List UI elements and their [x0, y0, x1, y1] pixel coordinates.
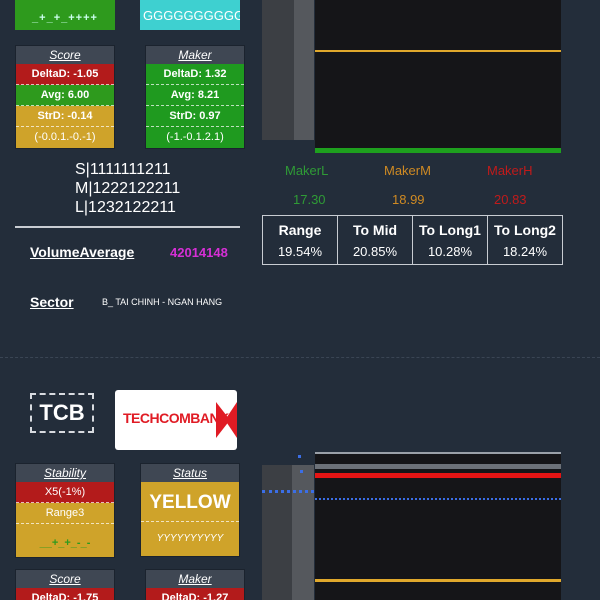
bank-logo: TECHCOMBANK	[115, 390, 237, 450]
status-sub: YYYYYYYYYY	[141, 522, 239, 556]
maker-title: Maker	[146, 46, 244, 64]
stat-to-long1-header: To Long1	[419, 222, 481, 238]
yellow-level-line	[315, 579, 561, 582]
score-avg: Avg: 6.00	[16, 85, 114, 106]
maker-card-bottom: Maker DeltaD: -1.27	[145, 569, 245, 600]
stat-range: Range 19.54%	[262, 215, 338, 265]
stat-to-mid: To Mid 20.85%	[337, 215, 413, 265]
slm-mid: M|1222122211	[75, 180, 181, 197]
maker-title-bottom: Maker	[146, 570, 244, 588]
gray-band	[315, 464, 561, 469]
dotted-line-left	[262, 490, 314, 493]
red-level-line	[315, 473, 561, 478]
score-delta-bottom: DeltaD: -1.75	[16, 588, 114, 600]
marker-dot	[300, 470, 303, 473]
stat-to-long2-value: 18.24%	[502, 244, 548, 259]
dotted-blue-line	[315, 498, 561, 500]
stability-range: Range3	[16, 503, 114, 524]
stat-to-mid-value: 20.85%	[352, 244, 398, 259]
maker-card: Maker DeltaD: 1.32 Avg: 8.21 StrD: 0.97 …	[145, 45, 245, 149]
divider	[15, 226, 240, 228]
volume-average-value: 42014148	[170, 245, 228, 260]
stability-x5: X5(-1%)	[16, 482, 114, 503]
green-base-line	[315, 148, 561, 153]
volume-average-label[interactable]: VolumeAverage	[30, 244, 134, 260]
status-title: Status	[141, 464, 239, 482]
stat-to-long1: To Long1 10.28%	[412, 215, 488, 265]
volume-profile-top	[262, 0, 314, 140]
stat-to-long2: To Long2 18.24%	[487, 215, 563, 265]
color-text: GGGGGGGGGG	[143, 8, 240, 23]
stat-range-header: Range	[278, 222, 322, 238]
signal-card-partial: _+_+_++++	[15, 0, 115, 30]
price-level-line	[315, 50, 561, 52]
section-separator	[0, 357, 600, 358]
status-card: Status YELLOW YYYYYYYYYY	[140, 463, 240, 557]
score-card-bottom: Score DeltaD: -1.75	[15, 569, 115, 600]
ticker-symbol: TCB	[39, 400, 85, 425]
bank-logo-text: TECHCOMBANK	[123, 410, 229, 426]
maker-delta-bottom: DeltaD: -1.27	[146, 588, 244, 600]
score-card: Score DeltaD: -1.05 Avg: 6.00 StrD: -0.1…	[15, 45, 115, 149]
score-delta: DeltaD: -1.05	[16, 64, 114, 85]
stability-signal: __+_+_-_-	[16, 524, 114, 557]
ticker-box[interactable]: TCB	[30, 393, 94, 433]
maker-mid-value: 18.99	[392, 192, 425, 207]
stat-to-long1-value: 10.28%	[427, 244, 473, 259]
stability-title: Stability	[16, 464, 114, 482]
color-card-partial: GGGGGGGGGG	[140, 0, 240, 30]
slm-long: L|1232122211	[75, 199, 176, 216]
slm-block: S|1111111211 M|1222122211 L|1232122211	[75, 160, 180, 217]
score-title: Score	[16, 46, 114, 64]
volume-profile-bottom	[262, 465, 314, 600]
sector-value: B_ TAI CHINH - NGAN HANG	[102, 297, 223, 307]
slm-short: S|1111111211	[75, 161, 171, 178]
maker-delta: DeltaD: 1.32	[146, 64, 244, 85]
stability-card: Stability X5(-1%) Range3 __+_+_-_-	[15, 463, 115, 558]
gray-line-top	[315, 452, 561, 454]
stat-to-long2-header: To Long2	[494, 222, 556, 238]
status-value: YELLOW	[141, 482, 239, 522]
score-strd: StrD: -0.14	[16, 106, 114, 127]
price-chart-top	[315, 0, 561, 153]
maker-strd: StrD: 0.97	[146, 106, 244, 127]
stat-to-mid-header: To Mid	[352, 222, 398, 238]
maker-low-value: 17.30	[293, 192, 326, 207]
stat-range-value: 19.54%	[277, 244, 323, 259]
maker-high-value: 20.83	[494, 192, 527, 207]
signal-text: _+_+_++++	[32, 12, 98, 24]
score-range: (-0.0.1.-0.-1)	[16, 127, 114, 148]
maker-mid-label: MakerM	[384, 163, 431, 178]
maker-high-label: MakerH	[487, 163, 533, 178]
sector-label[interactable]: Sector	[30, 294, 74, 310]
maker-low-label: MakerL	[285, 163, 329, 178]
maker-avg: Avg: 8.21	[146, 85, 244, 106]
price-chart-bottom	[315, 452, 561, 600]
marker-dot	[298, 455, 301, 458]
score-title-bottom: Score	[16, 570, 114, 588]
maker-range: (-1.-0.1.2.1)	[146, 127, 244, 148]
